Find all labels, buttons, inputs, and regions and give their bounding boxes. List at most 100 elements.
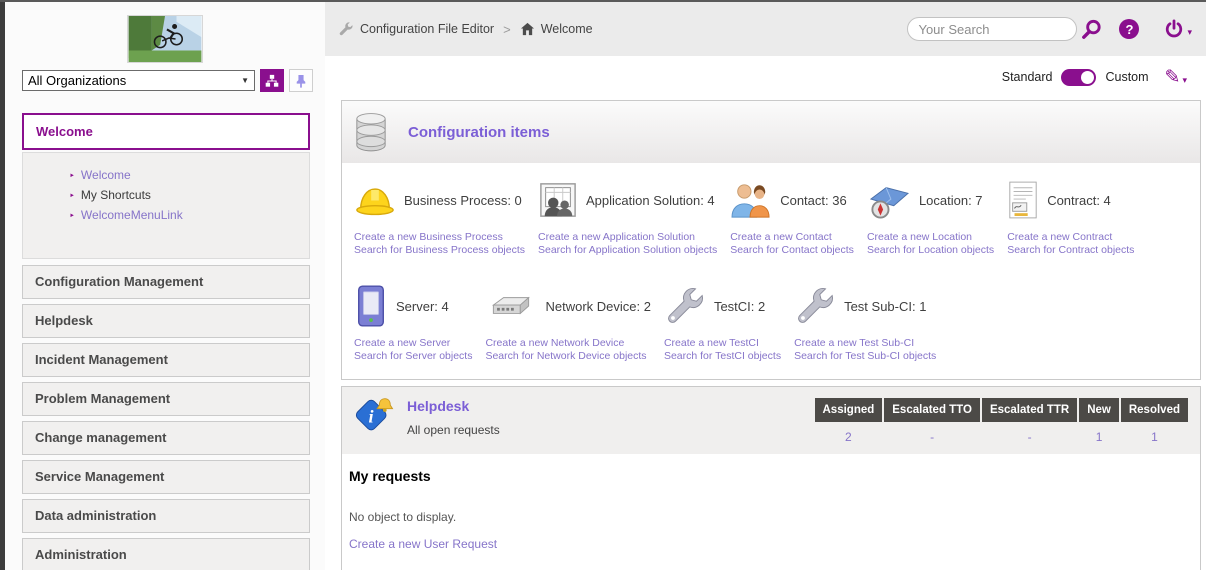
sidebar: All Organizations ▼ Welcome	[5, 2, 325, 570]
view-mode-row: Standard Custom ✎▾	[341, 64, 1201, 90]
sidebar-item-data-administration[interactable]: Data administration	[22, 499, 310, 533]
ci-item-test-sub-ci: Test Sub-CI: 1 Create a new Test Sub-CI …	[794, 281, 936, 363]
search-link[interactable]: Search for Test Sub-CI objects	[794, 350, 936, 363]
page-content: Standard Custom ✎▾ Configuration items	[325, 56, 1206, 570]
power-icon	[1163, 18, 1185, 40]
home-icon	[520, 22, 535, 36]
wrench-icon	[794, 285, 836, 327]
helpdesk-info-icon: i	[352, 396, 394, 436]
escalated-ttr-value: -	[1028, 430, 1032, 444]
search-button[interactable]	[1080, 18, 1103, 41]
pin-menu-button[interactable]	[289, 69, 313, 92]
resolved-count-link[interactable]: 1	[1151, 430, 1158, 444]
organization-select[interactable]: All Organizations ▼	[22, 70, 255, 91]
search-link[interactable]: Search for Application Solution objects	[538, 244, 717, 257]
edit-dashboard-button[interactable]: ✎▾	[1165, 68, 1187, 87]
submenu-item-welcome[interactable]: ‣Welcome	[69, 166, 301, 186]
sidebar-item-service-management[interactable]: Service Management	[22, 460, 310, 494]
escalated-tto-value: -	[930, 430, 934, 444]
empty-list-message: No object to display.	[349, 510, 1190, 524]
organization-select-value: All Organizations	[28, 73, 126, 88]
create-link[interactable]: Create a new Business Process	[354, 231, 525, 244]
sidebar-item-change-management[interactable]: Change management	[22, 421, 310, 455]
search-link[interactable]: Search for Business Process objects	[354, 244, 525, 257]
panel-helpdesk: i Helpdesk All open requests Assigned	[341, 386, 1201, 570]
sidebar-item-configuration-management[interactable]: Configuration Management	[22, 265, 310, 299]
logo-image[interactable]	[127, 15, 203, 63]
helpdesk-header: i Helpdesk All open requests Assigned	[342, 387, 1200, 454]
ci-item-server: Server: 4 Create a new Server Search for…	[354, 281, 472, 363]
svg-text:i: i	[368, 406, 373, 426]
submenu-item-my-shortcuts[interactable]: ‣ My Shortcuts	[69, 186, 301, 206]
breadcrumb-item[interactable]: Configuration File Editor	[360, 22, 494, 36]
create-link[interactable]: Create a new Server	[354, 337, 472, 350]
ci-item-contract: Contract: 4 Create a new Contract Search…	[1007, 175, 1134, 257]
create-link[interactable]: Create a new Application Solution	[538, 231, 717, 244]
sidebar-item-administration[interactable]: Administration	[22, 538, 310, 570]
sidebar-item-label: Problem Management	[35, 391, 170, 406]
search-link[interactable]: Search for TestCI objects	[664, 350, 781, 363]
main-area: Configuration File Editor > Welcome ?	[325, 2, 1206, 570]
panel-configuration-items: Configuration items Business Process: 0	[341, 100, 1201, 380]
new-count-link[interactable]: 1	[1096, 430, 1103, 444]
map-compass-icon	[867, 181, 911, 219]
sidebar-item-label: Change management	[35, 430, 166, 445]
submenu-link[interactable]: WelcomeMenuLink	[81, 208, 183, 222]
org-hierarchy-button[interactable]	[260, 69, 284, 92]
table-row: 2 - - 1 1	[815, 424, 1189, 444]
sidebar-item-label: Administration	[35, 547, 127, 562]
create-link[interactable]: Create a new Network Device	[485, 337, 650, 350]
toggle-knob	[1081, 71, 1094, 84]
my-requests-heading: My requests	[349, 468, 1190, 484]
submenu-link[interactable]: Welcome	[81, 168, 131, 182]
triangle-bullet-icon: ‣	[69, 191, 75, 202]
wrench-icon	[338, 21, 354, 37]
column-header: Resolved	[1121, 398, 1188, 422]
help-button[interactable]: ?	[1119, 19, 1139, 39]
chevron-down-icon: ▼	[241, 76, 249, 85]
sidebar-item-helpdesk[interactable]: Helpdesk	[22, 304, 310, 338]
sidebar-item-label: Service Management	[35, 469, 164, 484]
sidebar-item-problem-management[interactable]: Problem Management	[22, 382, 310, 416]
column-header: Escalated TTR	[982, 398, 1077, 422]
create-link[interactable]: Create a new TestCI	[664, 337, 781, 350]
search-link[interactable]: Search for Server objects	[354, 350, 472, 363]
ci-item-application-solution: Application Solution: 4 Create a new App…	[538, 175, 717, 257]
sidebar-item-label: Configuration Management	[35, 274, 203, 289]
ci-label: Network Device: 2	[545, 299, 650, 314]
column-header: Assigned	[815, 398, 883, 422]
ci-row-2: Server: 4 Create a new Server Search for…	[342, 267, 1200, 379]
question-mark-icon: ?	[1125, 22, 1133, 37]
welcome-submenu: ‣Welcome ‣ My Shortcuts ‣WelcomeMenuLink	[22, 152, 310, 259]
panel-header: Configuration items	[342, 101, 1200, 163]
search-link[interactable]: Search for Contact objects	[730, 244, 854, 257]
search-link[interactable]: Search for Network Device objects	[485, 350, 650, 363]
mode-toggle[interactable]	[1061, 69, 1096, 86]
sidebar-item-label: Welcome	[36, 124, 93, 139]
sidebar-item-incident-management[interactable]: Incident Management	[22, 343, 310, 377]
chevron-down-icon: ▾	[1182, 75, 1187, 87]
breadcrumb-bar: Configuration File Editor > Welcome ?	[325, 2, 1206, 56]
create-user-request-link[interactable]: Create a new User Request	[349, 537, 497, 551]
search-link[interactable]: Search for Location objects	[867, 244, 994, 257]
search-icon	[1080, 18, 1103, 41]
sidebar-menu: Welcome ‣Welcome ‣ My Shortcuts ‣WelcomeM…	[22, 113, 310, 570]
create-link[interactable]: Create a new Test Sub-CI	[794, 337, 936, 350]
search-input[interactable]	[907, 17, 1077, 41]
ci-item-testci: TestCI: 2 Create a new TestCI Search for…	[664, 281, 781, 363]
sidebar-item-welcome[interactable]: Welcome	[22, 113, 310, 150]
submenu-item-welcomemenulink[interactable]: ‣WelcomeMenuLink	[69, 206, 301, 226]
ci-label: Server: 4	[396, 299, 449, 314]
create-link[interactable]: Create a new Location	[867, 231, 994, 244]
breadcrumb-item[interactable]: Welcome	[541, 22, 593, 36]
logout-button[interactable]: ▾	[1163, 18, 1192, 40]
panel-title: Helpdesk	[407, 398, 500, 414]
submenu-link[interactable]: My Shortcuts	[81, 188, 151, 202]
search-link[interactable]: Search for Contract objects	[1007, 244, 1134, 257]
column-header: Escalated TTO	[884, 398, 980, 422]
create-link[interactable]: Create a new Contact	[730, 231, 854, 244]
assigned-count-link[interactable]: 2	[845, 430, 852, 444]
pushpin-icon	[295, 74, 307, 88]
ci-item-network-device: Network Device: 2 Create a new Network D…	[485, 281, 650, 363]
create-link[interactable]: Create a new Contract	[1007, 231, 1134, 244]
